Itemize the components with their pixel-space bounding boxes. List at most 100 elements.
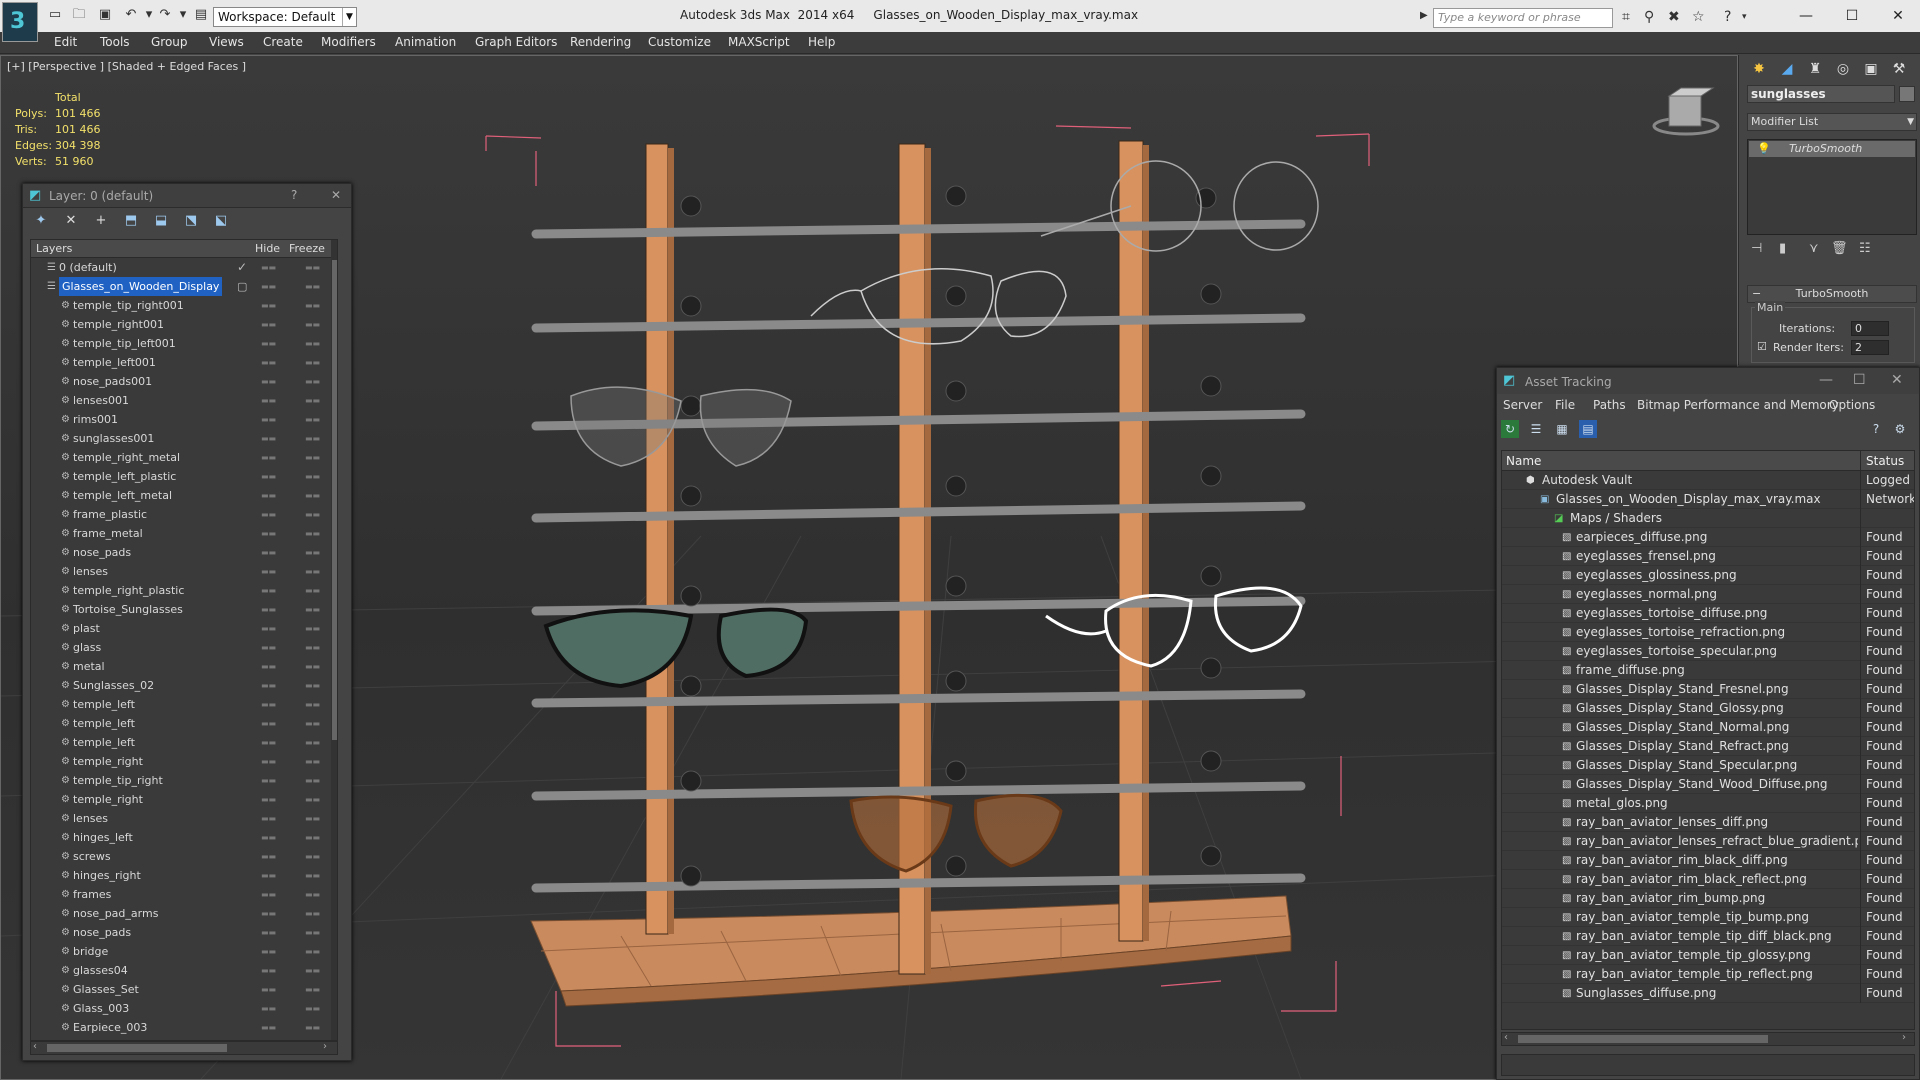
- layer-object-row[interactable]: ⚙ nose_pads001 ▬▬ ▬▬: [31, 372, 331, 391]
- hide-toggle[interactable]: ▬▬: [261, 524, 276, 543]
- asset-map-row[interactable]: ▧ frame_diffuse.png Found: [1502, 661, 1914, 680]
- hide-toggle[interactable]: ▬▬: [261, 505, 276, 524]
- layer-object-row[interactable]: ⚙ temple_right_metal ▬▬ ▬▬: [31, 448, 331, 467]
- scroll-thumb[interactable]: [332, 260, 337, 740]
- column-hide[interactable]: Hide: [255, 242, 280, 255]
- asset-map-row[interactable]: ▧ eyeglasses_tortoise_diffuse.png Found: [1502, 604, 1914, 623]
- freeze-toggle[interactable]: ▬▬: [305, 581, 320, 600]
- asset-map-row[interactable]: ▧ ray_ban_aviator_temple_tip_reflect.png F…: [1502, 965, 1914, 984]
- freeze-toggle[interactable]: ▬▬: [305, 543, 320, 562]
- menu-rendering[interactable]: Rendering: [570, 35, 631, 49]
- asset-map-row[interactable]: ▧ ray_ban_aviator_lenses_refract_blue_gra…: [1502, 832, 1914, 851]
- layer-row[interactable]: ☰ 0 (default) ✓ ▬▬ ▬▬: [31, 258, 331, 277]
- freeze-toggle[interactable]: ▬▬: [305, 695, 320, 714]
- freeze-toggle[interactable]: ▬▬: [305, 771, 320, 790]
- layer-object-row[interactable]: ⚙ lenses ▬▬ ▬▬: [31, 562, 331, 581]
- layer-object-row[interactable]: ⚙ temple_right ▬▬ ▬▬: [31, 752, 331, 771]
- close-button[interactable]: ✕: [1878, 4, 1918, 28]
- menu-animation[interactable]: Animation: [395, 35, 456, 49]
- freeze-toggle[interactable]: ▬▬: [305, 391, 320, 410]
- hide-toggle[interactable]: ▬▬: [261, 448, 276, 467]
- menu-tools[interactable]: Tools: [100, 35, 130, 49]
- freeze-toggle[interactable]: ▬▬: [305, 505, 320, 524]
- asset-map-row[interactable]: ▧ eyeglasses_tortoise_refraction.png Found: [1502, 623, 1914, 642]
- modifier-list-dropdown[interactable]: Modifier List ▼: [1747, 113, 1917, 131]
- asset-menu-server[interactable]: Server: [1503, 398, 1542, 412]
- menu-graph-editors[interactable]: Graph Editors: [475, 35, 557, 49]
- refresh-icon[interactable]: ↻: [1501, 420, 1519, 438]
- freeze-toggle[interactable]: ▬▬: [305, 619, 320, 638]
- layer-object-row[interactable]: ⚙ screws ▬▬ ▬▬: [31, 847, 331, 866]
- hide-all-icon[interactable]: ⬔: [181, 212, 201, 230]
- chevron-left-icon[interactable]: ‹: [33, 1041, 37, 1052]
- freeze-toggle[interactable]: ▬▬: [305, 828, 320, 847]
- hide-toggle[interactable]: ▬▬: [261, 1018, 276, 1037]
- hide-toggle[interactable]: ▬▬: [261, 543, 276, 562]
- layer-object-row[interactable]: ⚙ temple_right ▬▬ ▬▬: [31, 790, 331, 809]
- freeze-toggle[interactable]: ▬▬: [305, 524, 320, 543]
- hide-toggle[interactable]: ▬▬: [261, 923, 276, 942]
- asset-map-row[interactable]: ▧ ray_ban_aviator_lenses_diff.png Found: [1502, 813, 1914, 832]
- asset-map-row[interactable]: ▧ Glasses_Display_Stand_Fresnel.png Found: [1502, 680, 1914, 699]
- layer-object-row[interactable]: ⚙ temple_tip_left001 ▬▬ ▬▬: [31, 334, 331, 353]
- settings-icon[interactable]: ⚙: [1891, 420, 1909, 438]
- layer-object-row[interactable]: ⚙ plast ▬▬ ▬▬: [31, 619, 331, 638]
- hide-toggle[interactable]: ▬▬: [261, 752, 276, 771]
- hide-toggle[interactable]: ▬▬: [261, 676, 276, 695]
- list-view-icon[interactable]: ☰: [1527, 420, 1545, 438]
- layer-object-row[interactable]: ⚙ Tortoise_Sunglasses ▬▬ ▬▬: [31, 600, 331, 619]
- asset-map-row[interactable]: ▧ Glasses_Display_Stand_Normal.png Found: [1502, 718, 1914, 737]
- freeze-toggle[interactable]: ▬▬: [305, 847, 320, 866]
- freeze-toggle[interactable]: ▬▬: [305, 866, 320, 885]
- asset-path-field[interactable]: [1501, 1054, 1915, 1076]
- object-color-swatch[interactable]: [1899, 86, 1915, 102]
- viewport-label[interactable]: [+] [Perspective ] [Shaded + Edged Faces…: [7, 60, 246, 73]
- workspace-select[interactable]: Workspace: Default ▼: [213, 7, 357, 27]
- hide-toggle[interactable]: ▬▬: [261, 828, 276, 847]
- select-layer-icon[interactable]: ⬓: [151, 212, 171, 230]
- layer-list[interactable]: Layers Hide Freeze ☰ 0 (default) ✓ ▬▬ ▬▬ ☰ Gla…: [30, 239, 338, 1041]
- freeze-toggle[interactable]: ▬▬: [305, 467, 320, 486]
- layer-horizontal-scrollbar[interactable]: ‹ ›: [30, 1041, 338, 1055]
- tree-view-icon[interactable]: ▦: [1553, 420, 1571, 438]
- freeze-toggle[interactable]: ▬▬: [305, 961, 320, 980]
- hide-toggle[interactable]: ▬▬: [261, 600, 276, 619]
- project-folder-icon[interactable]: ▤: [192, 7, 210, 23]
- hide-toggle[interactable]: ▬▬: [261, 999, 276, 1018]
- hide-toggle[interactable]: ▬▬: [261, 353, 276, 372]
- menu-views[interactable]: Views: [209, 35, 244, 49]
- hide-toggle[interactable]: ▬▬: [261, 961, 276, 980]
- layer-object-row[interactable]: ⚙ Glass_003 ▬▬ ▬▬: [31, 999, 331, 1018]
- utilities-tab-icon[interactable]: ⚒: [1887, 58, 1911, 80]
- freeze-toggle[interactable]: ▬▬: [305, 258, 320, 277]
- delete-layer-icon[interactable]: ✕: [61, 212, 81, 230]
- show-end-result-icon[interactable]: ▮: [1779, 241, 1786, 256]
- asset-map-row[interactable]: ▧ Glasses_Display_Stand_Wood_Diffuse.png F…: [1502, 775, 1914, 794]
- freeze-toggle[interactable]: ▬▬: [305, 429, 320, 448]
- layer-title-bar[interactable]: ◩ Layer: 0 (default) ? ✕: [23, 184, 351, 208]
- layer-object-row[interactable]: ⚙ metal ▬▬ ▬▬: [31, 657, 331, 676]
- freeze-toggle[interactable]: ▬▬: [305, 980, 320, 999]
- freeze-toggle[interactable]: ▬▬: [305, 790, 320, 809]
- layer-object-row[interactable]: ⚙ lenses ▬▬ ▬▬: [31, 809, 331, 828]
- layer-object-row[interactable]: ⚙ sunglasses001 ▬▬ ▬▬: [31, 429, 331, 448]
- freeze-toggle[interactable]: ▬▬: [305, 277, 320, 296]
- remove-modifier-icon[interactable]: 🗑: [1831, 241, 1848, 256]
- layer-object-row[interactable]: ⚙ Glasses_Set ▬▬ ▬▬: [31, 980, 331, 999]
- hide-toggle[interactable]: ▬▬: [261, 809, 276, 828]
- asset-map-row[interactable]: ▧ ray_ban_aviator_rim_black_diff.png Found: [1502, 851, 1914, 870]
- layer-object-row[interactable]: ⚙ frames ▬▬ ▬▬: [31, 885, 331, 904]
- layer-object-row[interactable]: ⚙ nose_pads ▬▬ ▬▬: [31, 543, 331, 562]
- hide-toggle[interactable]: ▬▬: [261, 733, 276, 752]
- minimize-button[interactable]: —: [1786, 4, 1826, 28]
- freeze-toggle[interactable]: ▬▬: [305, 733, 320, 752]
- asset-map-row[interactable]: ▧ metal_glos.png Found: [1502, 794, 1914, 813]
- freeze-toggle[interactable]: ▬▬: [305, 562, 320, 581]
- add-to-layer-icon[interactable]: +: [91, 212, 111, 230]
- hide-toggle[interactable]: ▬▬: [261, 467, 276, 486]
- layer-object-row[interactable]: ⚙ Earpiece_003 ▬▬ ▬▬: [31, 1018, 331, 1037]
- layer-toggle-icon[interactable]: ▢: [237, 277, 247, 296]
- hide-toggle[interactable]: ▬▬: [261, 847, 276, 866]
- layer-object-row[interactable]: ⚙ frame_metal ▬▬ ▬▬: [31, 524, 331, 543]
- menu-customize[interactable]: Customize: [648, 35, 711, 49]
